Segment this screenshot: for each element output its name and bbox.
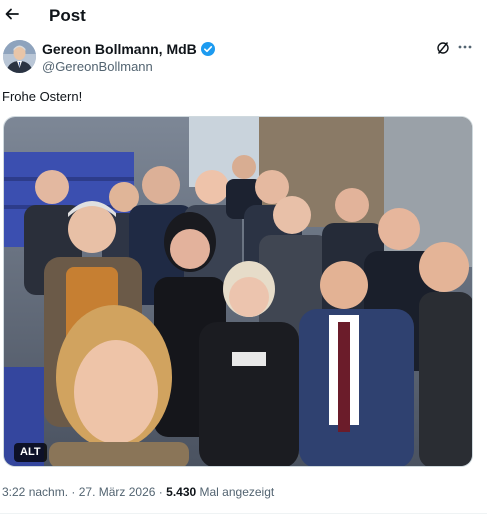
- divider: [0, 513, 487, 514]
- meta-separator: ·: [158, 485, 163, 499]
- post-text: Frohe Ostern!: [2, 89, 83, 104]
- page-header: Post: [0, 0, 487, 32]
- arrow-left-icon[interactable]: [4, 6, 20, 22]
- views-count: 5.430: [166, 485, 197, 499]
- author-handle[interactable]: @GereonBollmann: [42, 59, 153, 75]
- views-label: Mal angezeigt: [199, 485, 275, 499]
- page-title: Post: [49, 6, 86, 25]
- avatar[interactable]: [3, 40, 36, 73]
- author-name[interactable]: Gereon Bollmann, MdB: [42, 41, 215, 58]
- grok-icon[interactable]: [436, 41, 450, 55]
- group-photo-image: [4, 117, 472, 466]
- more-icon[interactable]: [457, 39, 473, 55]
- alt-text-badge[interactable]: ALT: [14, 443, 47, 462]
- post-date[interactable]: 27. März 2026: [79, 485, 156, 499]
- author-row: Gereon Bollmann, MdB @GereonBollmann: [0, 38, 487, 78]
- post-photo[interactable]: ALT: [3, 116, 473, 467]
- post-meta: 3:22 nachm. · 27. März 2026 · 5.430 Mal …: [2, 485, 274, 500]
- meta-separator: ·: [71, 485, 76, 499]
- verified-badge-icon: [200, 42, 215, 56]
- author-name-text: Gereon Bollmann, MdB: [42, 41, 197, 57]
- post-time[interactable]: 3:22 nachm.: [2, 485, 68, 499]
